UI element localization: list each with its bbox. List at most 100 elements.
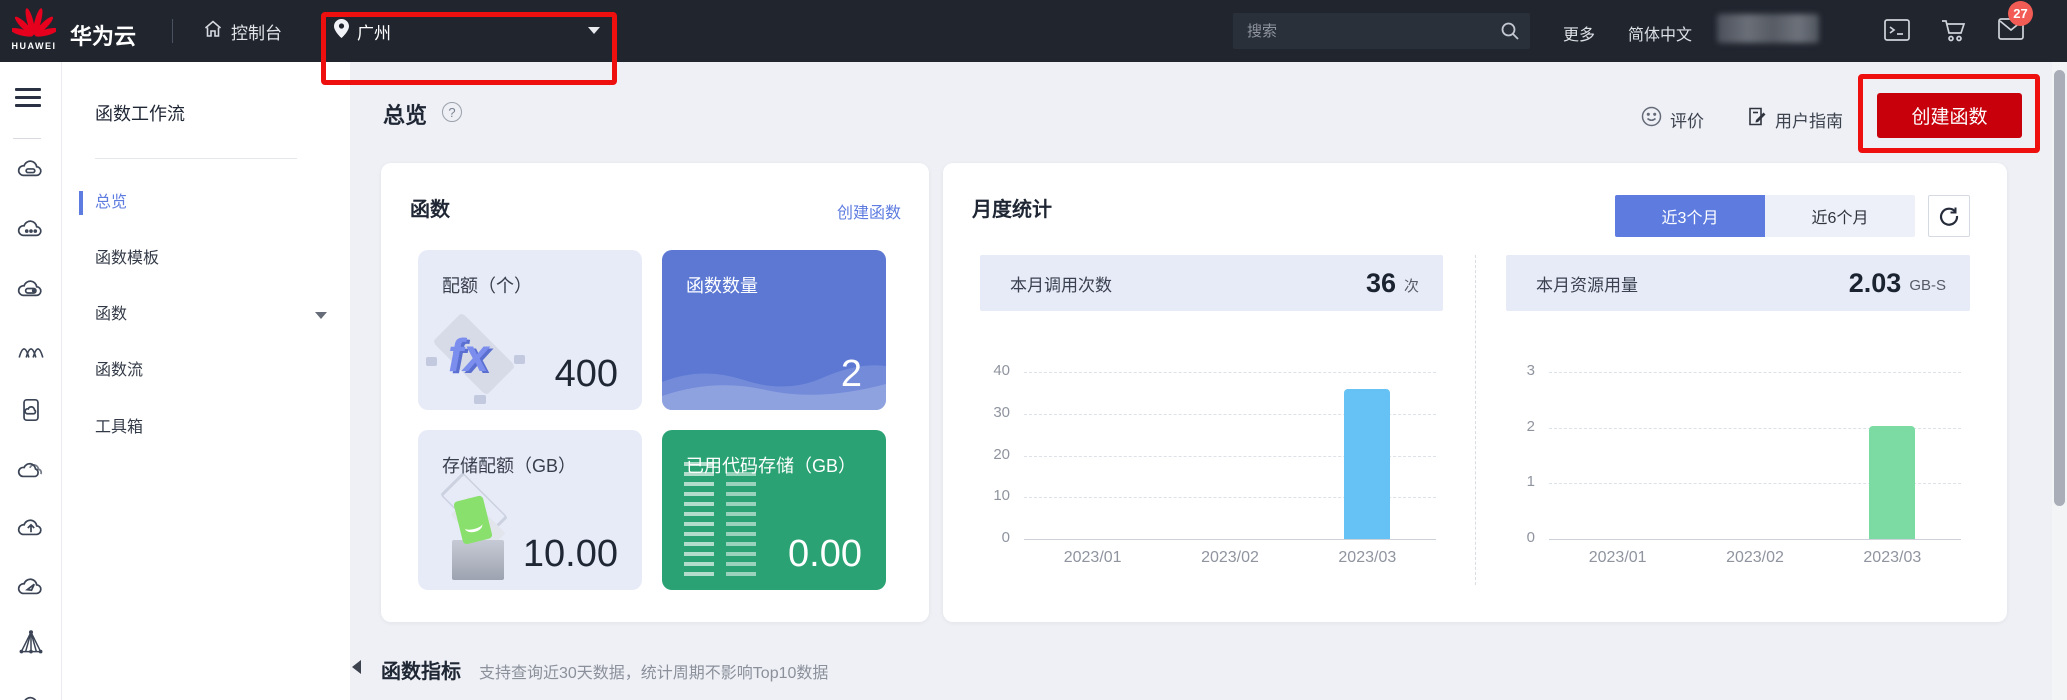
user-guide-label: 用户指南	[1775, 107, 1843, 132]
service-icon-rail	[0, 62, 62, 700]
console-label: 控制台	[231, 19, 282, 44]
monthly-invocations-banner: 本月调用次数 36 次	[980, 255, 1443, 311]
function-waves-icon[interactable]	[16, 335, 46, 365]
collapse-sidebar-icon[interactable]	[352, 660, 361, 674]
hamburger-menu-icon[interactable]	[15, 88, 41, 108]
cli-terminal-icon[interactable]	[1884, 18, 1910, 47]
vertical-scrollbar[interactable]	[2052, 62, 2067, 700]
scrollbar-thumb[interactable]	[2054, 70, 2065, 506]
y-axis-tick-label: 0	[1493, 529, 1535, 546]
location-pin-icon	[334, 19, 349, 43]
y-axis-tick-label: 30	[968, 404, 1010, 421]
x-axis-tick-label: 2023/03	[1307, 549, 1427, 567]
feedback-button[interactable]: 评价	[1641, 106, 1704, 132]
create-function-link[interactable]: 创建函数	[837, 199, 901, 223]
x-axis-line	[1024, 539, 1436, 540]
sidebar-item-function-flows[interactable]: 函数流	[62, 357, 350, 385]
stat-value: 36	[1366, 268, 1396, 299]
guide-doc-icon	[1746, 106, 1767, 132]
x-axis-tick-label: 2023/03	[1832, 549, 1952, 567]
chart-bar	[1344, 389, 1390, 539]
tile-label: 配额（个）	[442, 272, 532, 298]
sidebar-item-label: 总览	[95, 189, 127, 217]
brand-name[interactable]: 华为云	[70, 19, 136, 51]
double-cloud-icon[interactable]	[16, 455, 46, 485]
smiley-icon	[1641, 106, 1662, 132]
refresh-icon	[1938, 205, 1960, 227]
tile-label: 存储配额（GB）	[442, 452, 576, 478]
region-value: 广州	[357, 19, 391, 44]
resource-usage-bar-chart: 01232023/012023/022023/03	[1493, 338, 1973, 583]
search-icon[interactable]	[1500, 21, 1520, 46]
chart-gridline	[1549, 372, 1961, 373]
tile-value: 0.00	[788, 533, 862, 576]
refresh-button[interactable]	[1928, 195, 1970, 237]
more-menu[interactable]: 更多	[1563, 21, 1595, 45]
sidebar-item-function-templates[interactable]: 函数模板	[62, 245, 350, 273]
y-axis-tick-label: 10	[968, 487, 1010, 504]
account-name-redacted[interactable]	[1717, 14, 1819, 43]
metrics-section-subtitle: 支持查询近30天数据，统计周期不影响Top10数据	[479, 659, 828, 683]
quota-tile: 配额（个） fx 400	[418, 250, 642, 410]
chevron-down-icon[interactable]	[315, 312, 327, 319]
console-link[interactable]: 控制台	[203, 17, 282, 45]
sidebar-item-toolbox[interactable]: 工具箱	[62, 414, 350, 442]
top-navbar: HUAWEI 华为云 控制台 广州	[0, 0, 2067, 62]
help-icon[interactable]: ?	[442, 102, 462, 122]
sidebar-item-label: 工具箱	[95, 414, 143, 442]
container-cloud-icon[interactable]	[16, 395, 46, 425]
monthly-stats-card: 月度统计 近3个月 近6个月 本月调用次数 36 次 本月资源用量 2.03 G…	[943, 163, 2007, 622]
used-code-storage-tile: 已用代码存储（GB） 0.00	[662, 430, 886, 590]
huawei-logo-icon[interactable]: HUAWEI	[10, 4, 58, 51]
page-title: 总览	[383, 98, 427, 130]
stat-label: 本月资源用量	[1536, 271, 1849, 296]
cloud-partial-icon[interactable]	[16, 684, 46, 700]
create-function-button[interactable]: 创建函数	[1877, 93, 2022, 138]
region-selector[interactable]: 广州	[334, 17, 602, 45]
y-axis-tick-label: 0	[968, 529, 1010, 546]
topbar-divider	[172, 19, 173, 43]
y-axis-tick-label: 1	[1493, 473, 1535, 490]
monthly-card-title: 月度统计	[972, 193, 1052, 222]
feedback-label: 评价	[1670, 107, 1704, 132]
range-6-months-button[interactable]: 近6个月	[1765, 195, 1915, 237]
search-input[interactable]	[1233, 13, 1530, 49]
range-3-months-button[interactable]: 近3个月	[1615, 195, 1765, 237]
tile-value: 400	[555, 353, 618, 396]
sidebar-item-functions[interactable]: 函数	[62, 301, 350, 329]
x-axis-tick-label: 2023/01	[1558, 549, 1678, 567]
sidebar-item-label: 函数模板	[95, 245, 159, 273]
metrics-section-title: 函数指标	[381, 655, 461, 684]
sidenav-title: 函数工作流	[95, 100, 185, 126]
chart-gridline	[1024, 372, 1436, 373]
sidebar-item-overview[interactable]: 总览	[62, 189, 350, 217]
function-count-tile: 函数数量 2	[662, 250, 886, 410]
function-card-title: 函数	[410, 193, 450, 222]
cloud-server-icon[interactable]	[16, 155, 46, 185]
language-menu[interactable]: 简体中文	[1628, 21, 1692, 45]
sidebar-item-label: 函数	[95, 301, 127, 329]
chart-divider	[1475, 255, 1476, 585]
pyramid-icon[interactable]	[16, 628, 46, 658]
cart-icon[interactable]	[1941, 18, 1967, 48]
sidebar-item-label: 函数流	[95, 357, 143, 385]
y-axis-tick-label: 2	[1493, 418, 1535, 435]
tile-label: 已用代码存储（GB）	[686, 452, 856, 478]
stat-label: 本月调用次数	[1010, 271, 1366, 296]
chart-bar	[1869, 426, 1915, 539]
y-axis-tick-label: 40	[968, 362, 1010, 379]
tile-label: 函数数量	[686, 272, 758, 298]
x-axis-tick-label: 2023/02	[1170, 549, 1290, 567]
sidenav-divider	[95, 158, 297, 159]
region-caret-icon[interactable]	[588, 27, 600, 34]
rail-divider	[13, 138, 41, 139]
y-axis-tick-label: 20	[968, 446, 1010, 463]
invocations-bar-chart: 0102030402023/012023/022023/03	[968, 338, 1448, 583]
tile-value: 2	[841, 353, 862, 396]
cloud-upload-icon[interactable]	[16, 513, 46, 543]
cloud-dots-icon[interactable]	[16, 215, 46, 245]
cloud-terminal-icon[interactable]	[16, 275, 46, 305]
cloud-compass-icon[interactable]	[16, 572, 46, 602]
y-axis-tick-label: 3	[1493, 362, 1535, 379]
user-guide-button[interactable]: 用户指南	[1746, 106, 1843, 132]
